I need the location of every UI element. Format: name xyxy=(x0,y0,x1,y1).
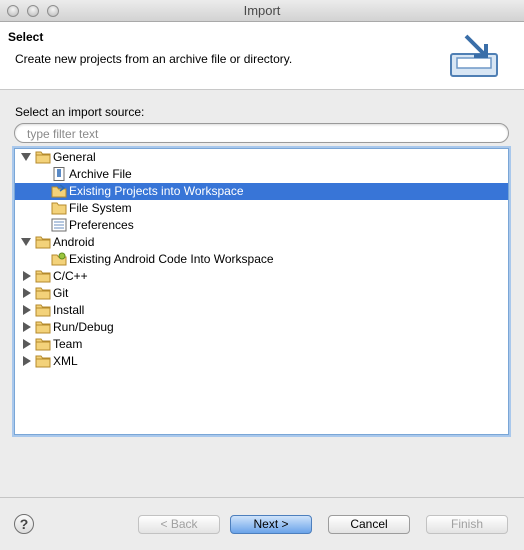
folder-icon xyxy=(35,151,51,164)
tree-node-android[interactable]: Android xyxy=(15,234,508,251)
folder-icon xyxy=(35,355,51,368)
tree-node-xml[interactable]: XML xyxy=(15,353,508,370)
tree-node-install[interactable]: Install xyxy=(15,302,508,319)
tree-item-existing-android-code[interactable]: Existing Android Code Into Workspace xyxy=(15,251,508,268)
folder-icon xyxy=(35,321,51,334)
import-source-label: Select an import source: xyxy=(15,105,145,119)
cancel-button[interactable]: Cancel xyxy=(328,515,410,534)
tree-node-label: C/C++ xyxy=(53,269,88,283)
folder-icon xyxy=(35,270,51,283)
tree-node-label: General xyxy=(53,150,96,164)
tree-node-label: Git xyxy=(53,286,69,300)
expand-arrow-icon[interactable] xyxy=(21,153,31,161)
tree-node-label: XML xyxy=(53,354,78,368)
folder-icon xyxy=(35,304,51,317)
collapse-arrow-icon[interactable] xyxy=(23,305,31,315)
collapse-arrow-icon[interactable] xyxy=(23,356,31,366)
tree-node-c-cpp[interactable]: C/C++ xyxy=(15,268,508,285)
help-icon[interactable]: ? xyxy=(14,514,34,534)
tree-item-file-system[interactable]: File System xyxy=(15,200,508,217)
page-description: Create new projects from an archive file… xyxy=(15,52,293,66)
tree-item-preferences[interactable]: Preferences xyxy=(15,217,508,234)
filter-input[interactable] xyxy=(25,125,489,143)
import-dialog: Import Select Create new projects from a… xyxy=(0,0,524,549)
folder-icon xyxy=(35,287,51,300)
collapse-arrow-icon[interactable] xyxy=(23,288,31,298)
window-title: Import xyxy=(243,3,281,18)
tree-item-label: Preferences xyxy=(69,218,134,232)
tree-node-label: Team xyxy=(53,337,83,351)
title-bar: Import xyxy=(0,0,524,22)
folder-icon xyxy=(35,338,51,351)
tree-node-team[interactable]: Team xyxy=(15,336,508,353)
tree-item-label: Archive File xyxy=(69,167,132,181)
next-button[interactable]: Next > xyxy=(230,515,312,534)
import-source-tree[interactable]: General Archive File Existing Projects i… xyxy=(14,148,509,435)
collapse-arrow-icon[interactable] xyxy=(23,339,31,349)
preferences-icon xyxy=(51,218,67,232)
wizard-header: Select Create new projects from an archi… xyxy=(0,22,524,90)
collapse-arrow-icon[interactable] xyxy=(23,271,31,281)
tree-node-label: Android xyxy=(53,235,95,249)
back-button[interactable]: < Back xyxy=(138,515,220,534)
tree-node-general[interactable]: General xyxy=(15,149,508,166)
expand-arrow-icon[interactable] xyxy=(21,238,31,246)
tree-item-label: Existing Projects into Workspace xyxy=(69,184,244,198)
import-banner-icon xyxy=(450,34,498,77)
import-android-icon xyxy=(51,252,67,266)
tree-node-label: Run/Debug xyxy=(53,320,114,334)
finish-button[interactable]: Finish xyxy=(426,515,508,534)
folder-icon xyxy=(35,236,51,249)
tree-node-git[interactable]: Git xyxy=(15,285,508,302)
tree-node-run-debug[interactable]: Run/Debug xyxy=(15,319,508,336)
tree-item-label: File System xyxy=(69,201,132,215)
folder-icon xyxy=(51,202,67,215)
filter-field[interactable] xyxy=(14,123,509,143)
import-projects-icon xyxy=(51,184,67,198)
page-title: Select xyxy=(8,30,44,44)
tree-node-label: Install xyxy=(53,303,85,317)
tree-item-archive-file[interactable]: Archive File xyxy=(15,166,508,183)
tree-item-existing-projects[interactable]: Existing Projects into Workspace xyxy=(15,183,508,200)
archive-file-icon xyxy=(53,167,65,181)
collapse-arrow-icon[interactable] xyxy=(23,322,31,332)
tree-item-label: Existing Android Code Into Workspace xyxy=(69,252,274,266)
